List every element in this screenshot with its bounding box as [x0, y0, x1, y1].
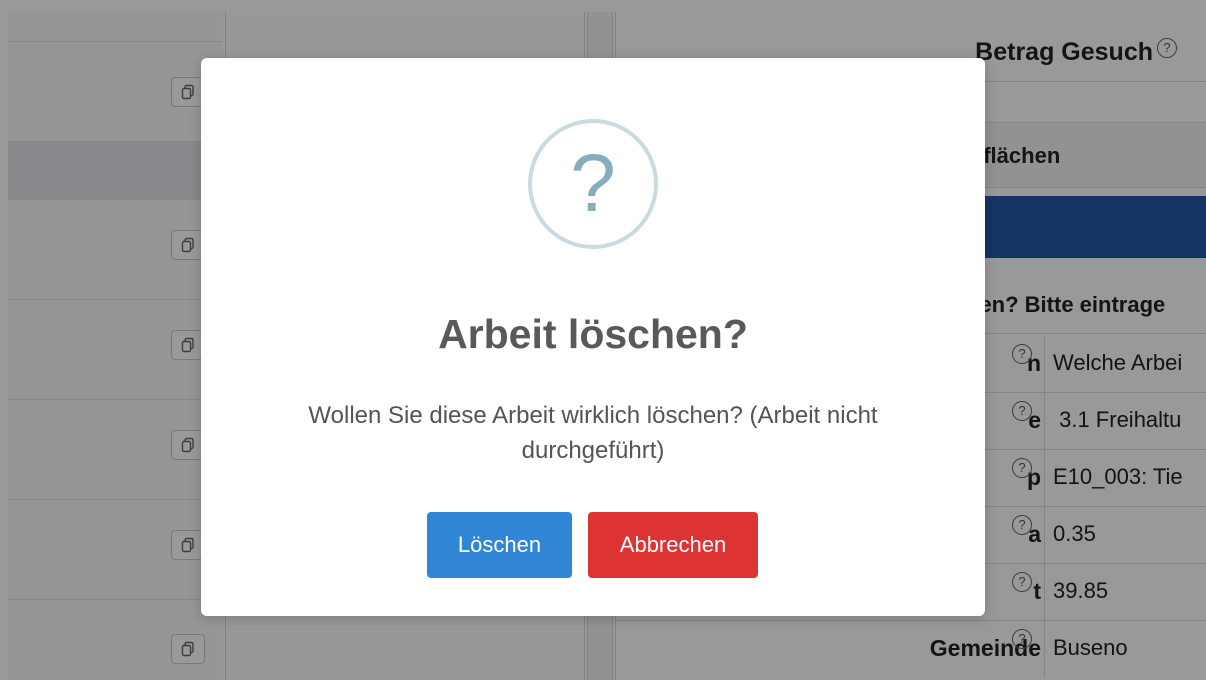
delete-button[interactable]: Löschen	[427, 512, 572, 578]
confirm-dialog: ? Arbeit löschen? Wollen Sie diese Arbei…	[201, 58, 985, 616]
cancel-button[interactable]: Abbrechen	[588, 512, 758, 578]
dialog-message: Wollen Sie diese Arbeit wirklich löschen…	[308, 402, 878, 464]
question-icon: ?	[528, 119, 658, 249]
question-mark: ?	[570, 138, 616, 229]
dialog-title: Arbeit löschen?	[438, 311, 748, 357]
